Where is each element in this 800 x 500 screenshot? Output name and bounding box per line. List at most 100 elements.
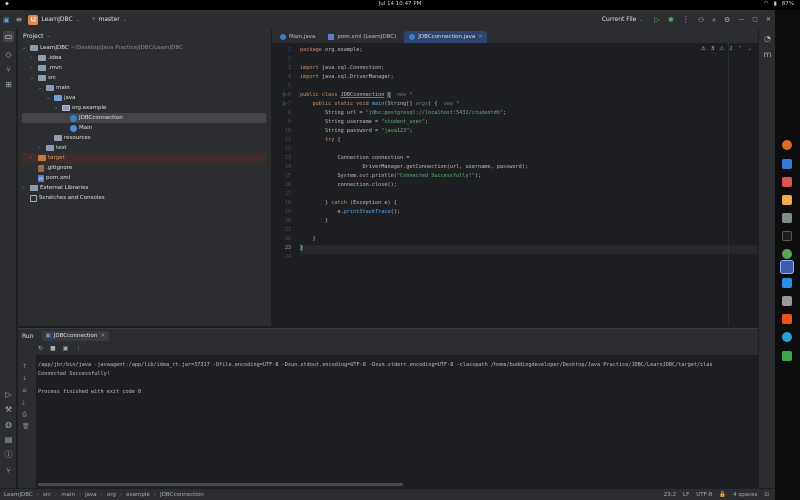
commit-tool-icon[interactable]: ◇ bbox=[3, 49, 14, 60]
tree-item-mvn[interactable]: › .mvn bbox=[22, 63, 62, 73]
soft-wrap-icon[interactable]: ≡ bbox=[22, 387, 27, 394]
maven-tool-icon[interactable]: m bbox=[762, 49, 773, 60]
trash-icon[interactable]: 🗑 bbox=[22, 423, 30, 430]
project-tool-icon[interactable]: ▭ bbox=[3, 31, 14, 42]
app-icon[interactable]: ▣ bbox=[0, 13, 13, 27]
apps-icon[interactable] bbox=[782, 249, 792, 259]
tab-jdbcconnection-java[interactable]: JDBCconnection.java ✕ bbox=[404, 31, 488, 43]
tree-item-resources[interactable]: resources bbox=[22, 133, 91, 143]
indent-setting[interactable]: 4 spaces bbox=[733, 492, 757, 498]
file-encoding[interactable]: UTF-8 bbox=[696, 492, 712, 498]
firefox-icon[interactable] bbox=[782, 140, 792, 150]
notes-icon[interactable] bbox=[782, 195, 792, 205]
scroll-to-end-icon[interactable]: ⤓ bbox=[22, 399, 25, 407]
down-arrow-icon[interactable]: ↓ bbox=[22, 375, 27, 382]
build-tool-icon[interactable]: ⚒ bbox=[3, 404, 14, 415]
print-icon[interactable]: ⎙ bbox=[22, 411, 27, 419]
tree-item-main[interactable]: ⌄ main bbox=[22, 83, 70, 93]
telegram-icon[interactable] bbox=[782, 332, 792, 342]
project-switcher[interactable]: LJ LearnJDBC ⌄ bbox=[25, 13, 83, 27]
terminal-icon[interactable] bbox=[782, 231, 792, 241]
git-tool-icon[interactable]: ⑂ bbox=[3, 64, 14, 75]
console-output[interactable]: /app/jbr/bin/java -javaagent:/app/lib/id… bbox=[38, 361, 758, 481]
breadcrumb-item[interactable]: src bbox=[43, 492, 51, 498]
problems-tool-icon[interactable]: ⓘ bbox=[3, 449, 14, 460]
breadcrumb-item[interactable]: main bbox=[61, 492, 75, 498]
brave-icon[interactable] bbox=[782, 314, 792, 324]
line-ending[interactable]: LF bbox=[683, 492, 689, 498]
gutter-run-icon[interactable]: ▷ bbox=[283, 92, 287, 98]
collab-icon[interactable]: ⚇ bbox=[698, 16, 704, 24]
vcs-branch-widget[interactable]: ⑂ master ⌄ bbox=[89, 13, 130, 27]
minimize-icon[interactable]: — bbox=[738, 16, 744, 24]
gutter-run-icon[interactable]: ▷ bbox=[283, 101, 287, 107]
breadcrumb-item[interactable]: JDBCconnection bbox=[160, 492, 204, 498]
readonly-toggle-icon[interactable]: ⊡ bbox=[764, 492, 769, 498]
breadcrumb-item[interactable]: java bbox=[85, 492, 97, 498]
tree-item-target[interactable]: › target bbox=[22, 153, 266, 163]
rerun-icon[interactable]: ↻ bbox=[38, 345, 43, 353]
close-icon[interactable]: ✕ bbox=[766, 16, 771, 24]
chevron-right-icon[interactable]: › bbox=[30, 55, 36, 61]
stop-icon[interactable]: ■ bbox=[50, 345, 56, 353]
more-actions-icon[interactable]: ⋮ bbox=[682, 15, 690, 24]
more-icon[interactable]: ⋮ bbox=[75, 345, 81, 353]
photos-icon[interactable] bbox=[782, 213, 792, 223]
run-tool-icon[interactable]: ▷ bbox=[3, 389, 14, 400]
tree-item-main[interactable]: Main bbox=[22, 123, 92, 133]
tree-item-java[interactable]: ⌄ java bbox=[22, 93, 76, 103]
chevron-down-icon[interactable]: ⌄ bbox=[46, 95, 52, 101]
inspections-widget[interactable]: ⚠ 3 ⚠ 2 ⌃ ⌄ bbox=[701, 46, 752, 52]
structure-tool-icon[interactable]: ⊞ bbox=[3, 79, 14, 90]
breadcrumb-item[interactable]: example bbox=[126, 492, 150, 498]
project-panel-header[interactable]: Project ⌄ bbox=[18, 29, 271, 43]
tab-pom-xml[interactable]: pom.xml (LearnJDBC) bbox=[323, 31, 401, 43]
tree-item-pom-xml[interactable]: m pom.xml bbox=[22, 173, 70, 183]
run-tab-jdbcconnection[interactable]: ▣ JDBCconnection ✕ bbox=[41, 331, 110, 341]
close-tab-icon[interactable]: ✕ bbox=[478, 34, 482, 40]
chevron-right-icon[interactable]: › bbox=[38, 145, 44, 151]
tree-item-learnjdbc[interactable]: ⌄ LearnJDBC ~/Desktop/Java Practice/JDBC/L… bbox=[22, 43, 183, 53]
chevron-down-icon[interactable]: ⌄ bbox=[747, 46, 752, 52]
chevron-right-icon[interactable]: › bbox=[30, 155, 36, 161]
tree-item-org-example[interactable]: ⌄ org.example bbox=[22, 103, 106, 113]
chevron-down-icon[interactable]: ⌄ bbox=[30, 75, 36, 81]
chevron-right-icon[interactable]: › bbox=[30, 65, 36, 71]
lock-icon[interactable]: 🔓 bbox=[719, 492, 726, 498]
tree-item-external-libraries[interactable]: › External Libraries bbox=[22, 183, 88, 193]
restore-layout-icon[interactable]: ▣ bbox=[63, 345, 69, 353]
console-horizontal-scrollbar[interactable] bbox=[38, 483, 403, 486]
gear-icon[interactable]: ⚙ bbox=[724, 16, 730, 24]
code-editor[interactable]: 1 2 3 4 5 6 7 8 9 10 11 12 13 14 15 16 17 18 19 20 21 22 23 24 ▷… bbox=[272, 43, 758, 326]
tree-item-scratches-and-consoles[interactable]: Scratches and Consoles bbox=[22, 193, 105, 203]
tab-main-java[interactable]: Main.java bbox=[275, 31, 320, 43]
breadcrumb-item[interactable]: org bbox=[107, 492, 116, 498]
tree-item-jdbcconnection[interactable]: JDBCconnection bbox=[22, 113, 266, 123]
tree-item-gitignore[interactable]: .gitignore bbox=[22, 163, 72, 173]
close-tab-icon[interactable]: ✕ bbox=[100, 333, 105, 339]
files-icon[interactable] bbox=[782, 159, 792, 169]
chevron-up-icon[interactable]: ⌃ bbox=[738, 46, 743, 52]
breadcrumb-item[interactable]: LearnJDBC bbox=[4, 492, 33, 498]
search-icon[interactable]: ⌕ bbox=[712, 16, 716, 24]
services-tool-icon[interactable]: ◍ bbox=[3, 419, 14, 430]
tree-item-idea[interactable]: › .idea bbox=[22, 53, 62, 63]
chevron-down-icon[interactable]: ⌄ bbox=[22, 45, 28, 51]
run-config-selector[interactable]: Current File ⌄ bbox=[599, 13, 647, 27]
intellij-icon[interactable] bbox=[780, 260, 794, 274]
chevron-down-icon[interactable]: ⌄ bbox=[54, 105, 60, 111]
chevron-down-icon[interactable]: ⌄ bbox=[38, 85, 44, 91]
main-menu-icon[interactable]: ≡ bbox=[13, 13, 26, 27]
tree-item-test[interactable]: › test bbox=[22, 143, 67, 153]
editor-icon[interactable] bbox=[782, 296, 792, 306]
tree-item-src[interactable]: ⌄ src bbox=[22, 73, 56, 83]
caret-position[interactable]: 23:2 bbox=[664, 492, 676, 498]
code-area[interactable]: package org.example; import java.sql.Con… bbox=[300, 43, 758, 326]
chevron-right-icon[interactable]: › bbox=[22, 185, 28, 191]
spreadsheet-icon[interactable] bbox=[782, 351, 792, 361]
maximize-icon[interactable]: ▢ bbox=[752, 16, 758, 24]
vcs-tool-icon[interactable]: ⑂ bbox=[3, 465, 14, 476]
up-arrow-icon[interactable]: ↑ bbox=[22, 363, 27, 370]
vscode-icon[interactable] bbox=[782, 278, 792, 288]
run-icon[interactable]: ▷ bbox=[655, 16, 660, 24]
